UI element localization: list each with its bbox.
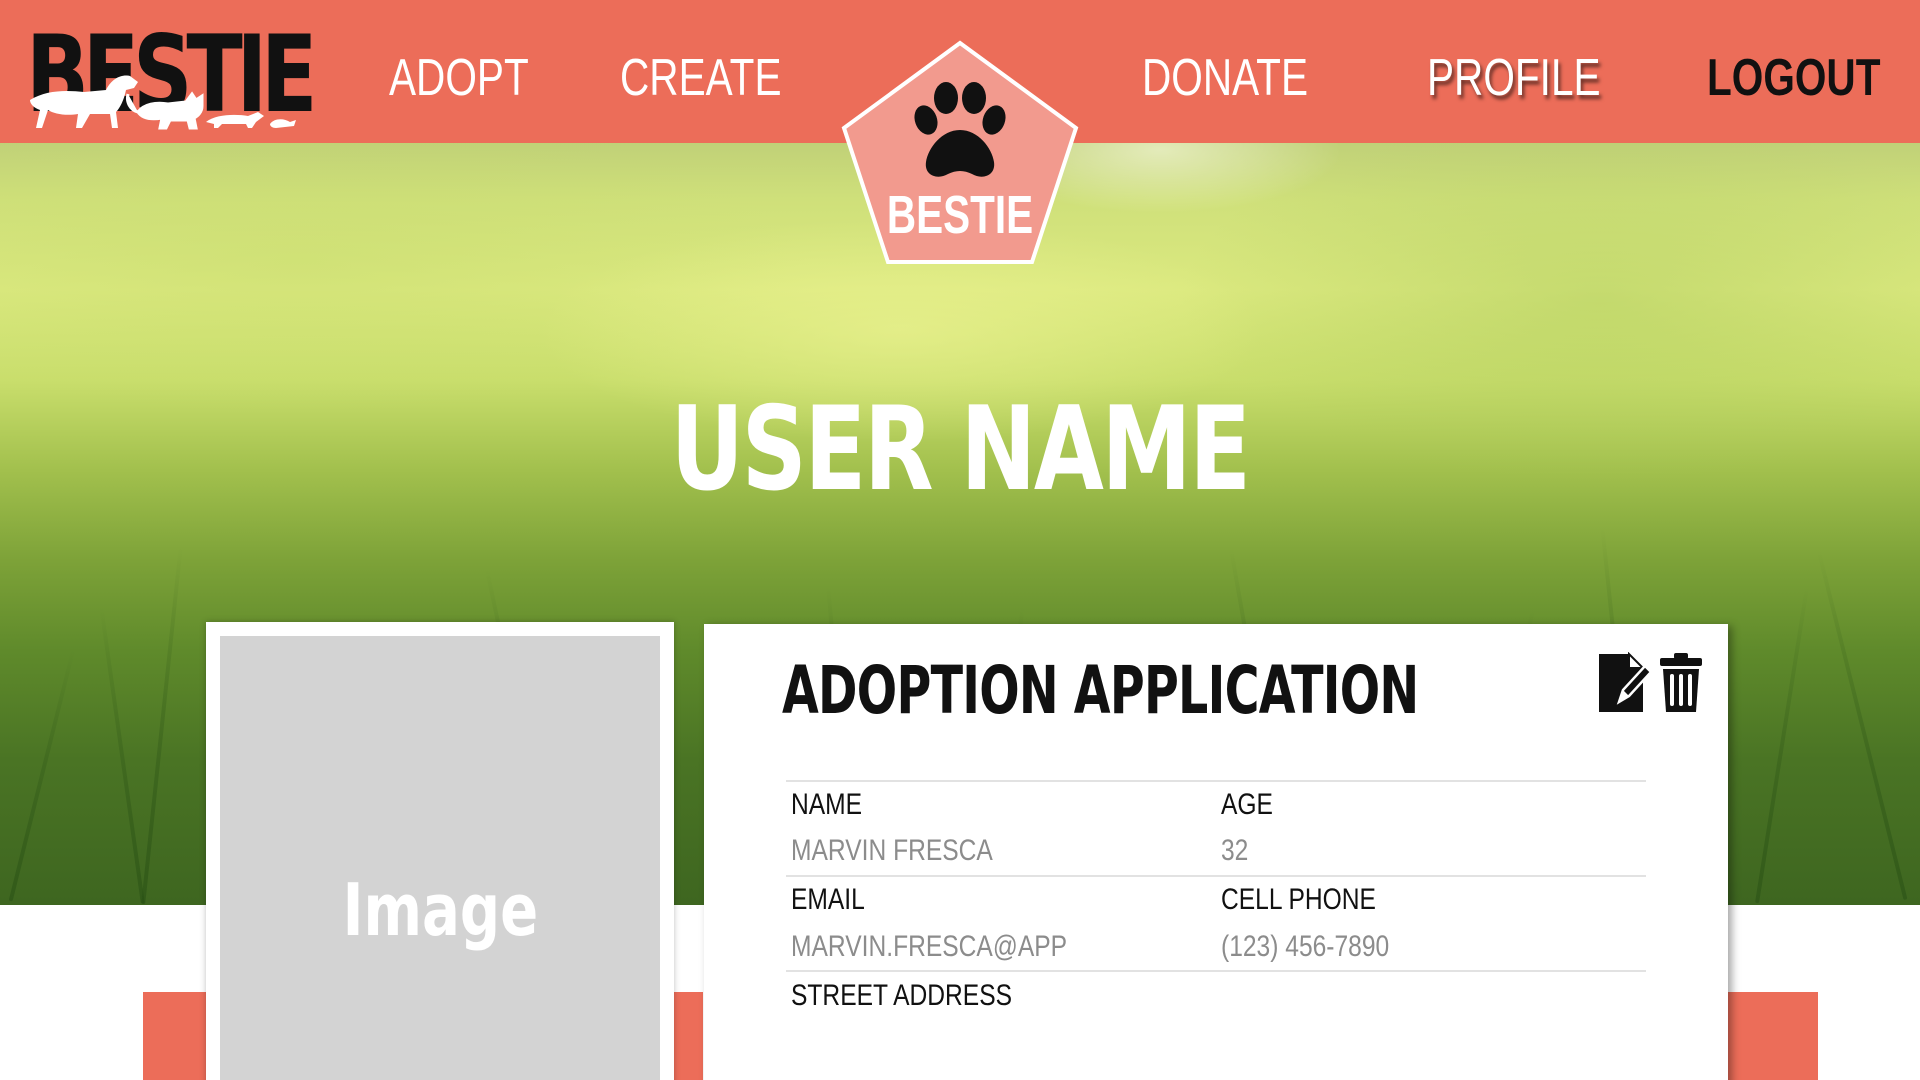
user-name-text: USER NAME bbox=[670, 382, 1251, 517]
accent-band-right bbox=[1728, 992, 1818, 1080]
field-label-cell-phone: CELL PHONE bbox=[1221, 883, 1376, 916]
field-label-age: AGE bbox=[1221, 788, 1273, 821]
edit-document-icon[interactable] bbox=[1597, 652, 1653, 714]
field-value-cell-phone[interactable]: (123) 456-7890 bbox=[1221, 932, 1389, 962]
field-value-name[interactable]: MARVIN FRESCA bbox=[791, 836, 993, 866]
adoption-application-card: ADOPTION APPLICATION NAME MARVIN FRESCA … bbox=[704, 624, 1728, 1080]
trash-icon[interactable] bbox=[1658, 652, 1704, 714]
field-label-email: EMAIL bbox=[791, 883, 865, 916]
nav-logout[interactable]: LOGOUT bbox=[1707, 48, 1880, 108]
bestie-badge[interactable]: BESTIE bbox=[840, 40, 1080, 266]
nav-adopt[interactable]: ADOPT bbox=[389, 48, 529, 108]
profile-image-placeholder[interactable]: Image bbox=[220, 636, 660, 1080]
field-divider bbox=[786, 780, 1646, 782]
application-title: ADOPTION APPLICATION bbox=[782, 652, 1419, 729]
field-label-name: NAME bbox=[791, 788, 863, 821]
field-divider bbox=[786, 970, 1646, 972]
bestie-logo[interactable]: BESTIE bbox=[26, 22, 317, 130]
nav-create[interactable]: CREATE bbox=[620, 48, 782, 108]
field-value-email[interactable]: MARVIN.FRESCA@APP bbox=[791, 932, 1067, 962]
profile-image-card: Image bbox=[206, 622, 674, 1080]
image-label-text: Image bbox=[342, 868, 538, 952]
paw-icon bbox=[914, 82, 1006, 177]
field-label-street-address: STREET ADDRESS bbox=[791, 979, 1013, 1012]
field-divider bbox=[786, 875, 1646, 877]
nav-profile[interactable]: PROFILE bbox=[1427, 48, 1601, 108]
user-name-heading: USER NAME bbox=[0, 392, 1920, 508]
image-placeholder-label: Image bbox=[220, 874, 660, 946]
badge-text: BESTIE bbox=[886, 185, 1034, 245]
nav-donate[interactable]: DONATE bbox=[1142, 48, 1308, 108]
field-value-age[interactable]: 32 bbox=[1221, 836, 1248, 866]
animals-silhouette-icon bbox=[30, 75, 296, 130]
